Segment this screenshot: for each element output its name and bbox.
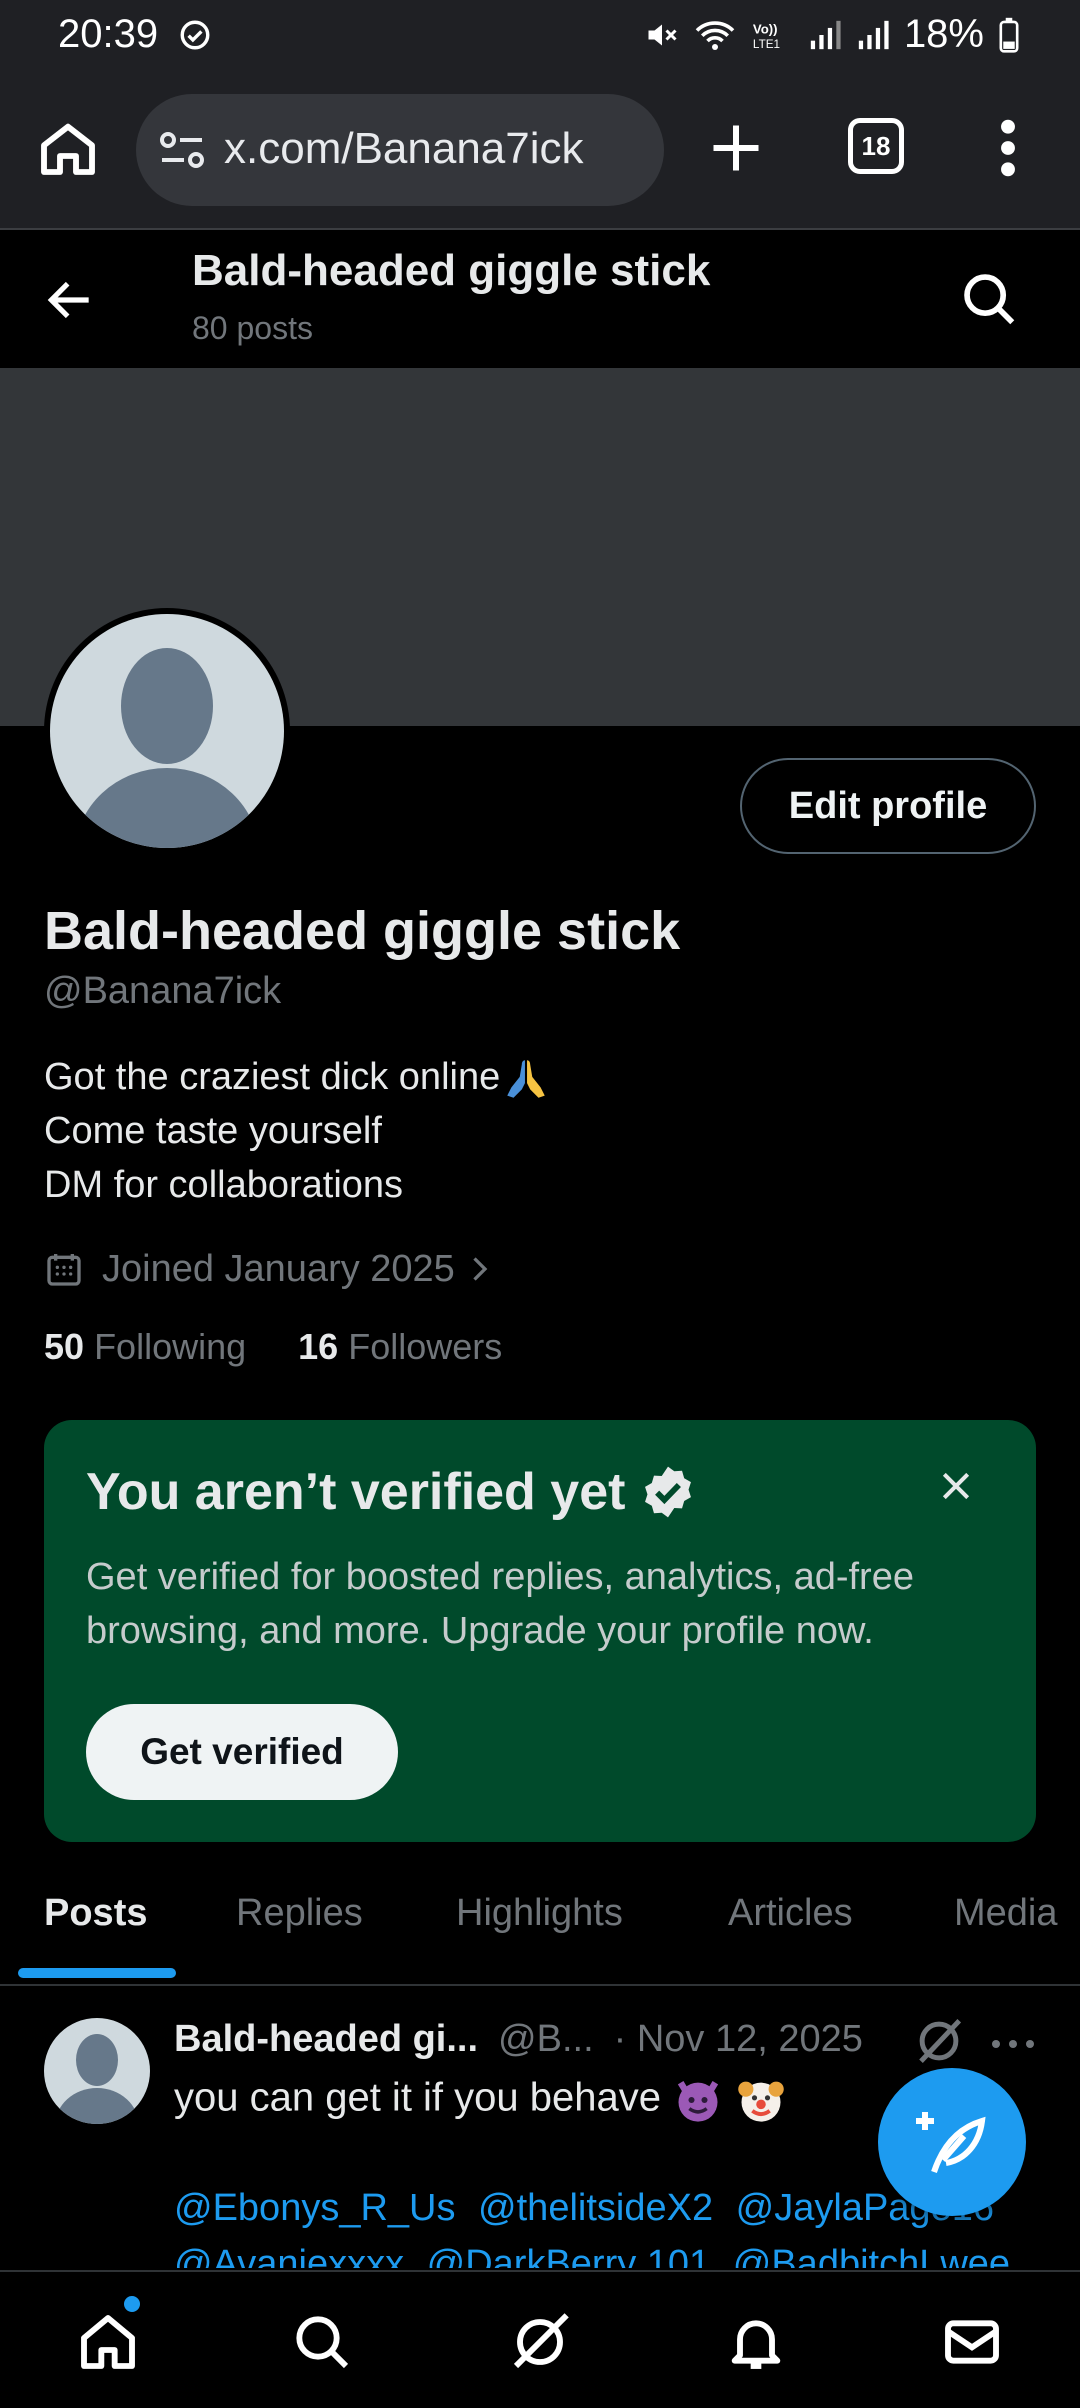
mute-icon (648, 24, 677, 45)
display-name: Bald-headed giggle stick (44, 901, 681, 961)
mention-link[interactable]: @BadbitchLwee (733, 2243, 1010, 2268)
verification-description: Get verified for boosted replies, analyt… (86, 1556, 914, 1652)
edit-profile-button[interactable]: Edit profile (740, 758, 1036, 854)
home-icon[interactable] (76, 2310, 140, 2374)
mention-link[interactable]: @Ebonys_R_Us (174, 2187, 455, 2229)
bio-line: DM for collaborations (44, 1164, 404, 1206)
user-handle: @Banana7ick (44, 970, 282, 1012)
bio-line: Come taste yourself (44, 1110, 382, 1152)
post-avatar[interactable] (44, 2018, 150, 2124)
browser-toolbar: x.com/Banana7ick 18 (0, 72, 1080, 230)
profile-avatar[interactable] (44, 608, 290, 854)
verified-badge-icon (645, 1466, 692, 1518)
signal-icon (810, 20, 841, 49)
post-header: Bald-headed gi... @B... · Nov 12, 2025 (174, 2018, 863, 2061)
svg-text:Vo)): Vo)) (753, 21, 778, 36)
search-icon[interactable] (290, 2310, 354, 2374)
tab-switcher-button[interactable]: 18 (848, 118, 904, 174)
grok-icon[interactable] (912, 2014, 966, 2068)
follow-stats: 50 Following 16 Followers (44, 1326, 502, 1368)
following-count: 50 (44, 1326, 85, 1367)
active-tab-indicator (18, 1968, 176, 1978)
check-circle-icon (180, 20, 210, 50)
get-verified-button[interactable]: Get verified (86, 1704, 398, 1800)
compose-post-button[interactable] (878, 2068, 1026, 2216)
tab-media[interactable]: Media (954, 1892, 1058, 1935)
post-text: you can get it if you behave (174, 2074, 787, 2126)
mention-link[interactable]: @DarkBerry 101 (427, 2243, 711, 2268)
tab-replies[interactable]: Replies (236, 1892, 363, 1935)
status-time: 20:39 (58, 12, 159, 56)
followers-count: 16 (298, 1326, 339, 1367)
mail-icon[interactable] (940, 2310, 1004, 2374)
bio-line: Got the craziest dick online (44, 1056, 501, 1098)
status-bar: 20:39 Vo)) LTE1 18% (0, 0, 1080, 72)
battery-icon (999, 17, 1019, 53)
profile-tabs: Posts Replies Highlights Articles Media (0, 1872, 1080, 1986)
verification-title: You aren’t verified yet (86, 1462, 697, 1522)
bell-icon[interactable] (724, 2310, 788, 2374)
mention-link[interactable]: @thelitsideX2 (478, 2187, 713, 2229)
tab-articles[interactable]: Articles (728, 1892, 853, 1935)
site-settings-icon[interactable] (158, 128, 206, 172)
svg-text:LTE1: LTE1 (753, 38, 780, 51)
url-text: x.com/Banana7ick (224, 124, 584, 173)
back-arrow-icon[interactable] (42, 272, 98, 328)
bottom-navigation (0, 2270, 1080, 2408)
new-tab-icon[interactable] (706, 118, 766, 178)
address-bar[interactable]: x.com/Banana7ick (136, 94, 664, 206)
followers-label: Followers (348, 1326, 503, 1367)
volte-icon: Vo)) LTE1 (753, 21, 780, 51)
notification-dot (124, 2296, 140, 2312)
grok-icon[interactable] (508, 2310, 572, 2374)
calendar-icon (47, 1254, 81, 1286)
tab-highlights[interactable]: Highlights (456, 1892, 623, 1935)
clown-emoji (738, 2081, 784, 2122)
post-author-name[interactable]: Bald-headed gi... (174, 2018, 478, 2061)
profile-header: Bald-headed giggle stick 80 posts (0, 232, 1080, 368)
close-icon[interactable] (936, 1466, 976, 1506)
post-author-handle: @B... (498, 2018, 594, 2060)
joined-text: Joined January 2025 (102, 1247, 455, 1290)
followers-link[interactable]: 16 Followers (298, 1326, 502, 1368)
signal-icon-2 (858, 20, 889, 49)
battery-percent: 18% (903, 12, 984, 56)
praying-hands-emoji (507, 1060, 545, 1098)
joined-date[interactable]: Joined January 2025 (44, 1244, 515, 1294)
search-icon[interactable] (958, 268, 1020, 330)
devil-emoji (678, 2080, 719, 2122)
post-date[interactable]: · Nov 12, 2025 (614, 2018, 863, 2061)
verification-card: You aren’t verified yet Get verified for… (44, 1420, 1036, 1842)
post-body: you can get it if you behave (174, 2075, 661, 2120)
following-link[interactable]: 50 Following (44, 1326, 246, 1368)
default-avatar-icon (55, 2034, 139, 2124)
browser-home-icon[interactable] (36, 116, 100, 180)
browser-menu-icon[interactable] (990, 116, 1026, 180)
more-options-icon[interactable] (990, 2038, 1036, 2050)
verification-title-text: You aren’t verified yet (86, 1463, 626, 1521)
header-title: Bald-headed giggle stick (192, 246, 711, 295)
chevron-right-icon (473, 1257, 488, 1281)
following-label: Following (94, 1326, 247, 1367)
profile-bio: Got the craziest dick online Come taste … (44, 1050, 552, 1212)
compose-feather-icon (916, 2112, 986, 2173)
wifi-icon (695, 20, 735, 50)
default-avatar-icon (75, 648, 259, 848)
tab-posts[interactable]: Posts (44, 1892, 147, 1935)
post-count: 80 posts (192, 310, 313, 346)
mention-link[interactable]: @Avaniexxxx (174, 2243, 404, 2268)
